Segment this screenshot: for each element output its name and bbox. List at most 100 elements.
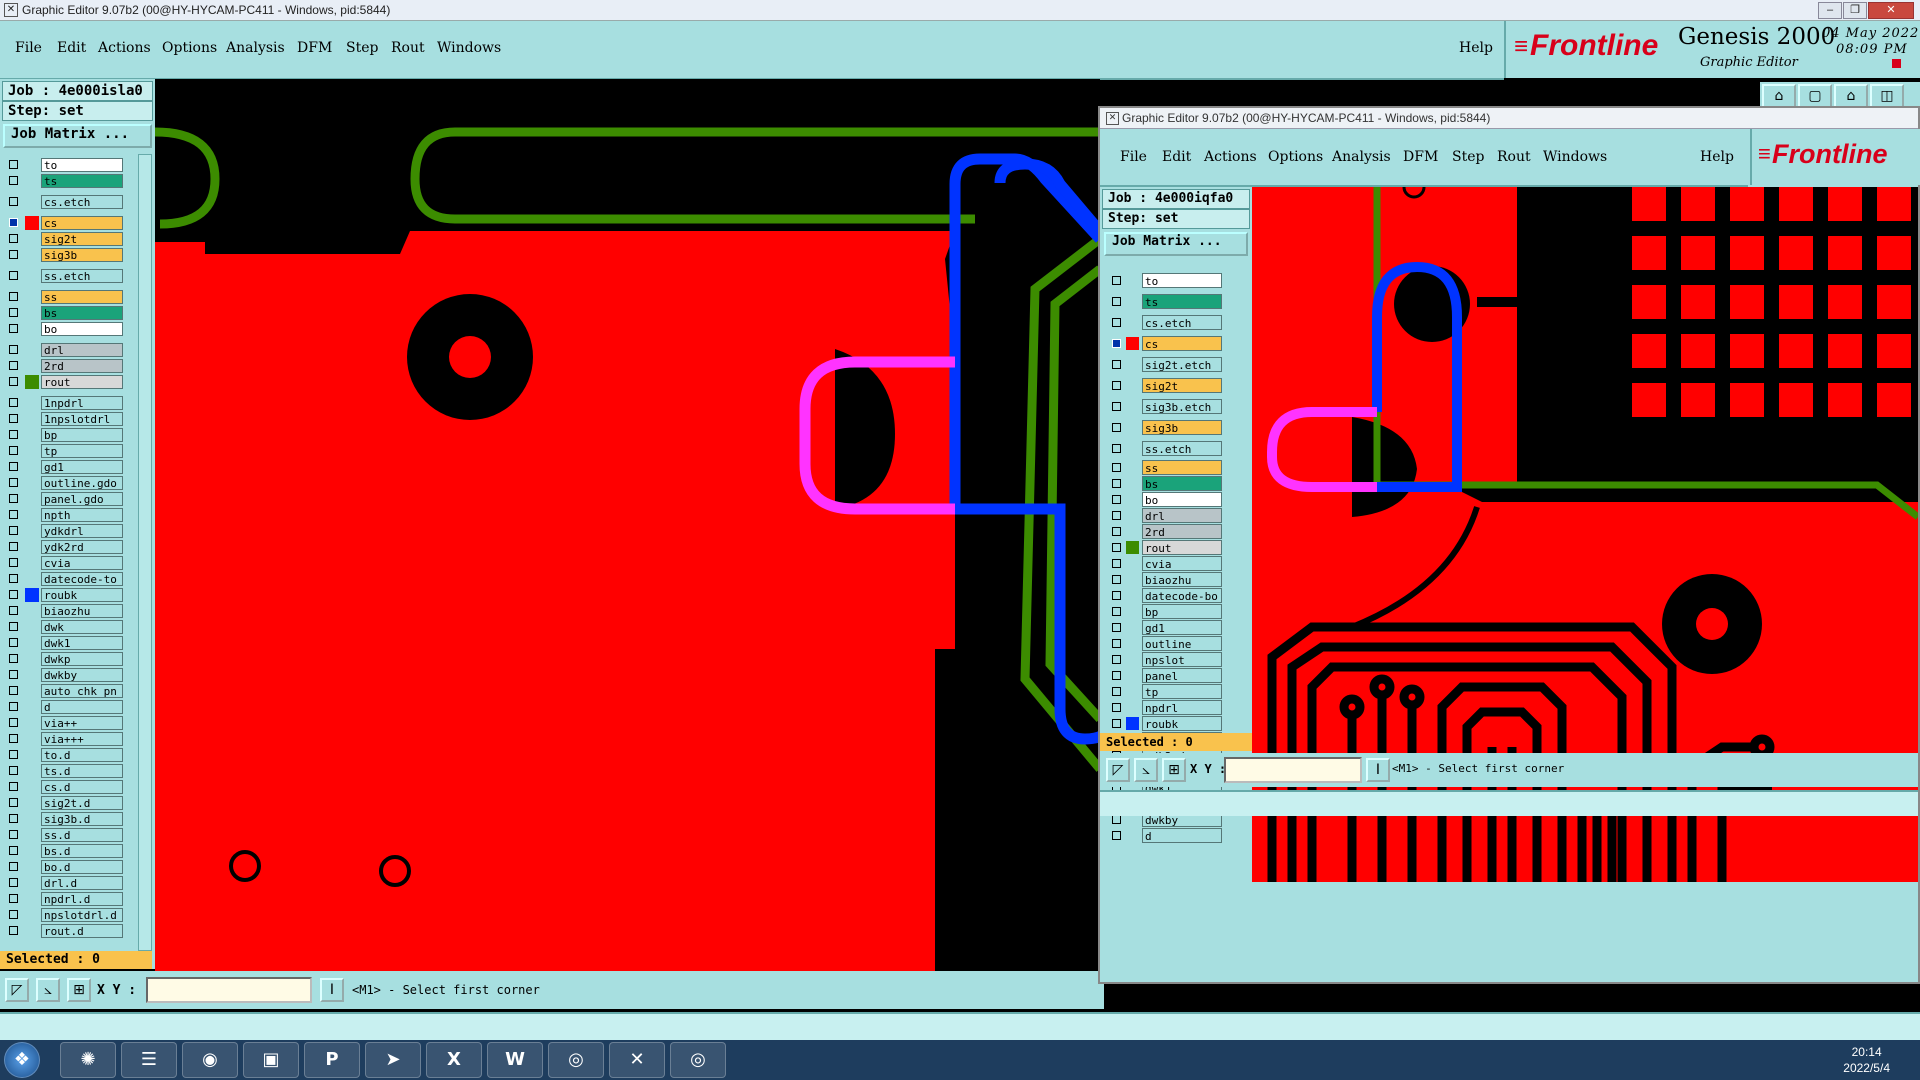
layer-checkbox[interactable] (1112, 591, 1121, 600)
layer-color-swatch[interactable] (25, 492, 39, 506)
layer-row-drl-d[interactable]: drl.d (3, 875, 141, 891)
layer-color-swatch[interactable] (25, 780, 39, 794)
layer-row-sig2t-etch[interactable]: sig2t.etch (1104, 354, 1254, 375)
layer-row-to-d[interactable]: to.d (3, 747, 141, 763)
layer-row-d[interactable]: d (3, 699, 141, 715)
menu-options[interactable]: Options (162, 40, 217, 56)
layer-name[interactable]: roubk (41, 588, 123, 602)
layer-row-cvia[interactable]: cvia (3, 555, 141, 571)
layer-checkbox[interactable] (9, 606, 18, 615)
layer-name[interactable]: outline.gdo (41, 476, 123, 490)
close-button[interactable]: ✕ (1868, 2, 1914, 19)
layer-color-swatch[interactable] (1126, 541, 1139, 554)
layer-row-cvia[interactable]: cvia (1104, 555, 1254, 571)
layer-row-cs[interactable]: cs (1104, 333, 1254, 354)
layer-checkbox[interactable] (9, 398, 18, 407)
layer-checkbox[interactable] (1112, 402, 1121, 411)
layer-name[interactable]: bp (1142, 604, 1222, 619)
layer-row-drl[interactable]: drl (3, 342, 141, 358)
layer-name[interactable]: gd1 (41, 460, 123, 474)
layer-checkbox[interactable] (9, 574, 18, 583)
layer-row-cs[interactable]: cs (3, 215, 141, 231)
layer-color-swatch[interactable] (1126, 829, 1139, 842)
layer-checkbox[interactable] (9, 926, 18, 935)
layer-row-datecode-bo[interactable]: datecode-bo (1104, 587, 1254, 603)
layer-name[interactable]: dwk1 (41, 636, 123, 650)
layer-name[interactable]: npdrl (1142, 700, 1222, 715)
layer-name[interactable]: cvia (41, 556, 123, 570)
menu-help[interactable]: Help (1459, 40, 1493, 56)
layer-color-swatch[interactable] (25, 764, 39, 778)
layer-row-1npslotdrl[interactable]: 1npslotdrl (3, 411, 141, 427)
layer-row-bs[interactable]: bs (1104, 475, 1254, 491)
layer-checkbox[interactable] (9, 361, 18, 370)
layer-checkbox[interactable] (9, 910, 18, 919)
layer-color-swatch[interactable] (25, 216, 39, 230)
layer-name[interactable]: ydk2rd (41, 540, 123, 554)
layer-checkbox[interactable] (1112, 815, 1121, 824)
layer-row-ts-d[interactable]: ts.d (3, 763, 141, 779)
layer-row-bp[interactable]: bp (1104, 603, 1254, 619)
layer-name[interactable]: d (1142, 828, 1222, 843)
layer-color-swatch[interactable] (1126, 400, 1139, 413)
layer-row-tp[interactable]: tp (3, 443, 141, 459)
notepad-icon[interactable]: ☰ (121, 1042, 177, 1078)
layer-color-swatch[interactable] (25, 732, 39, 746)
layer-name[interactable]: panel.gdo (41, 492, 123, 506)
layer-row-via-[interactable]: via++ (3, 715, 141, 731)
layer-row-cs-etch[interactable]: cs.etch (1104, 312, 1254, 333)
layer-color-swatch[interactable] (1126, 557, 1139, 570)
text-cursor-icon[interactable]: I (320, 978, 344, 1002)
layer-name[interactable]: sig2t.etch (1142, 357, 1222, 372)
layer-row-outline-gdo[interactable]: outline.gdo (3, 475, 141, 491)
layer-name[interactable]: via++ (41, 716, 123, 730)
layer-checkbox[interactable] (1112, 276, 1121, 285)
layer-checkbox[interactable] (9, 197, 18, 206)
layer-name[interactable]: cs.etch (1142, 315, 1222, 330)
menu-analysis[interactable]: Analysis (226, 40, 285, 56)
layer-checkbox[interactable] (9, 750, 18, 759)
layer-name[interactable]: drl (1142, 508, 1222, 523)
layer-name[interactable]: npslotdrl.d (41, 908, 123, 922)
layer-checkbox[interactable] (9, 377, 18, 386)
layer-checkbox[interactable] (1112, 423, 1121, 432)
layer-checkbox[interactable] (1112, 511, 1121, 520)
layer-checkbox[interactable] (9, 271, 18, 280)
layer-name[interactable]: drl.d (41, 876, 123, 890)
layer-color-swatch[interactable] (1126, 573, 1139, 586)
layer-row-dwkp[interactable]: dwkp (3, 651, 141, 667)
layer-color-swatch[interactable] (25, 908, 39, 922)
layer-color-swatch[interactable] (25, 195, 39, 209)
layer-checkbox[interactable] (9, 218, 18, 227)
layer-color-swatch[interactable] (25, 460, 39, 474)
layer-row-to[interactable]: to (3, 157, 141, 173)
layer-checkbox[interactable] (9, 510, 18, 519)
layer-checkbox[interactable] (9, 462, 18, 471)
layer-row-ts[interactable]: ts (1104, 291, 1254, 312)
layer-color-swatch[interactable] (1126, 685, 1139, 698)
layer-color-swatch[interactable] (25, 375, 39, 389)
layer-color-swatch[interactable] (1126, 358, 1139, 371)
layer-row-via-[interactable]: via+++ (3, 731, 141, 747)
layer-color-swatch[interactable] (25, 828, 39, 842)
genesis-icon[interactable]: ✕ (609, 1042, 665, 1078)
menu-windows[interactable]: Windows (437, 40, 501, 56)
layer-checkbox[interactable] (1112, 671, 1121, 680)
layer-checkbox[interactable] (1112, 687, 1121, 696)
layer-color-swatch[interactable] (1126, 621, 1139, 634)
layer-checkbox[interactable] (9, 894, 18, 903)
layer-checkbox[interactable] (1112, 381, 1121, 390)
layer-name[interactable]: sig2t (1142, 378, 1222, 393)
layer-color-swatch[interactable] (25, 508, 39, 522)
layer-checkbox[interactable] (1112, 318, 1121, 327)
layer-name[interactable]: dwkby (41, 668, 123, 682)
layer-color-swatch[interactable] (25, 269, 39, 283)
layer-checkbox[interactable] (1112, 479, 1121, 488)
layer-color-swatch[interactable] (1126, 295, 1139, 308)
menu-rout[interactable]: Rout (1497, 149, 1531, 165)
layer-checkbox[interactable] (1112, 639, 1121, 648)
layer-checkbox[interactable] (9, 292, 18, 301)
shell-icon[interactable]: ✺ (60, 1042, 116, 1078)
layer-checkbox[interactable] (9, 798, 18, 807)
layer-checkbox[interactable] (9, 846, 18, 855)
